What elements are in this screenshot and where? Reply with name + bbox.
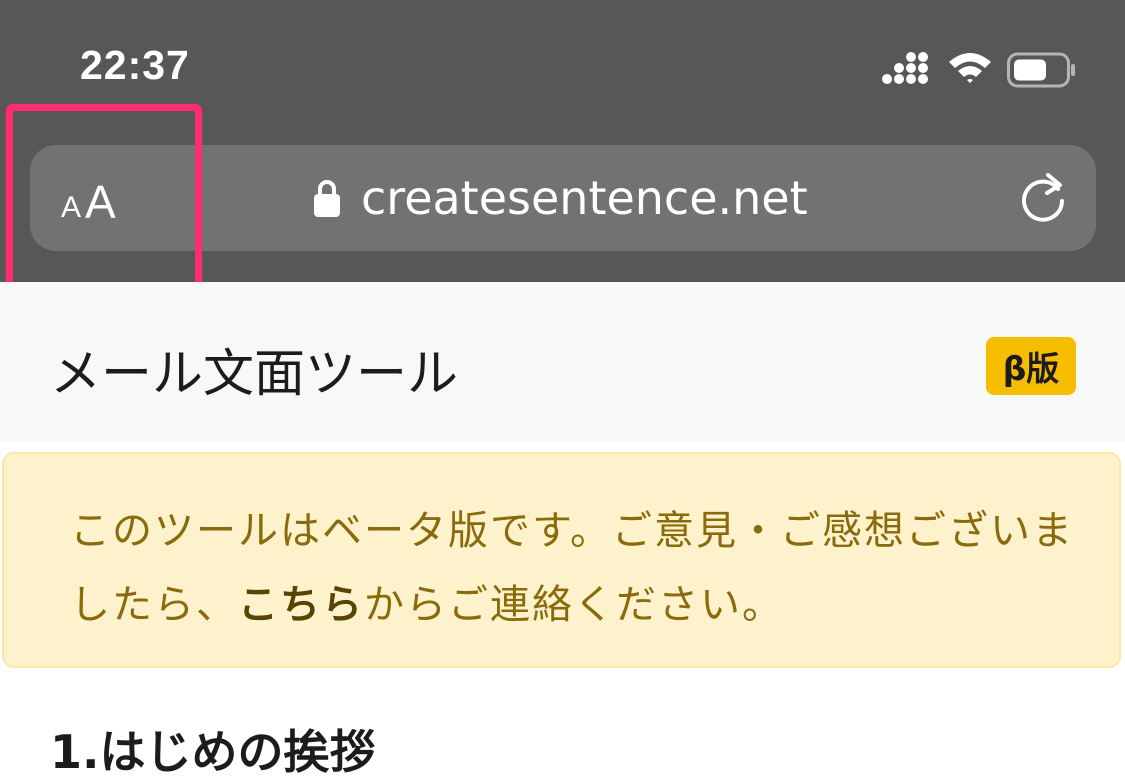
beta-notice: このツールはベータ版です。ご意見・ご感想ございましたら、こちらからご連絡ください… bbox=[2, 452, 1121, 668]
page-header: メール文面ツール β版 bbox=[0, 282, 1125, 442]
notice-text: このツールはベータ版です。ご意見・ご感想ございましたら、こちらからご連絡ください… bbox=[70, 494, 1090, 642]
reload-icon[interactable] bbox=[1018, 171, 1070, 227]
url-text: createsentence.net bbox=[361, 171, 808, 225]
highlight-frame bbox=[6, 104, 202, 296]
wifi-icon bbox=[949, 53, 991, 83]
url-display[interactable]: createsentence.net bbox=[313, 167, 808, 229]
section-heading: 1.はじめの挨拶 bbox=[50, 725, 376, 779]
notice-text-after: からご連絡ください。 bbox=[364, 582, 784, 628]
contact-link[interactable]: こちら bbox=[238, 582, 364, 628]
status-time: 22:37 bbox=[80, 42, 190, 88]
cellular-signal-icon bbox=[882, 52, 928, 84]
status-icons bbox=[881, 48, 1081, 92]
page-title: メール文面ツール bbox=[50, 345, 459, 404]
lock-icon bbox=[314, 180, 340, 217]
battery-icon bbox=[1007, 52, 1075, 88]
beta-badge: β版 bbox=[986, 337, 1076, 395]
